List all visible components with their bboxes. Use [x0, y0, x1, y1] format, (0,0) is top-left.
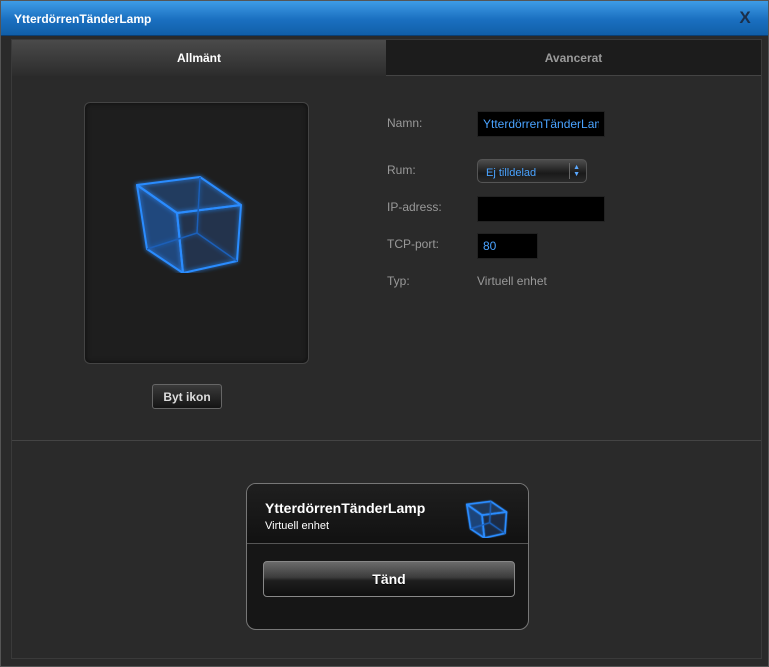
change-icon-button[interactable]: Byt ikon: [152, 384, 222, 409]
tab-bar: Allmänt Avancerat: [12, 40, 761, 76]
ip-address-label: IP-adress:: [387, 200, 442, 214]
tcp-port-label: TCP-port:: [387, 237, 440, 251]
tcp-port-field[interactable]: [477, 233, 538, 259]
tab-general[interactable]: Allmänt: [12, 40, 386, 76]
ip-address-field[interactable]: [477, 196, 605, 222]
room-select-value: Ej tilldelad: [486, 167, 537, 179]
window-title: YtterdörrenTänderLamp: [14, 12, 152, 26]
device-icon-frame: [84, 102, 309, 364]
room-label: Rum:: [387, 163, 416, 177]
name-field[interactable]: [477, 111, 605, 137]
name-label: Namn:: [387, 116, 423, 130]
cube-icon: [136, 176, 242, 273]
device-preview-widget: YtterdörrenTänderLamp Virtuell enhet Tän…: [246, 483, 529, 630]
widget-device-name: YtterdörrenTänderLamp: [265, 500, 426, 516]
room-select[interactable]: Ej tilldelad ▲ ▼: [477, 159, 587, 183]
close-icon[interactable]: X: [737, 9, 753, 27]
cube-icon: [466, 500, 508, 538]
dialog-window: YtterdörrenTänderLamp X Allmänt Avancera…: [0, 0, 769, 667]
tab-advanced[interactable]: Avancerat: [386, 40, 761, 76]
select-arrows-icon: ▲ ▼: [573, 164, 580, 178]
content-panel: Allmänt Avancerat Byt ikon Namn: Ytterdö…: [11, 39, 762, 659]
type-value: Virtuell enhet: [477, 274, 547, 288]
widget-device-type: Virtuell enhet: [265, 520, 330, 532]
section-divider: [12, 440, 761, 441]
type-label: Typ:: [387, 274, 410, 288]
widget-header: YtterdörrenTänderLamp Virtuell enhet: [247, 484, 528, 544]
turn-on-button[interactable]: Tänd: [263, 561, 515, 597]
title-bar[interactable]: YtterdörrenTänderLamp X: [1, 1, 768, 36]
